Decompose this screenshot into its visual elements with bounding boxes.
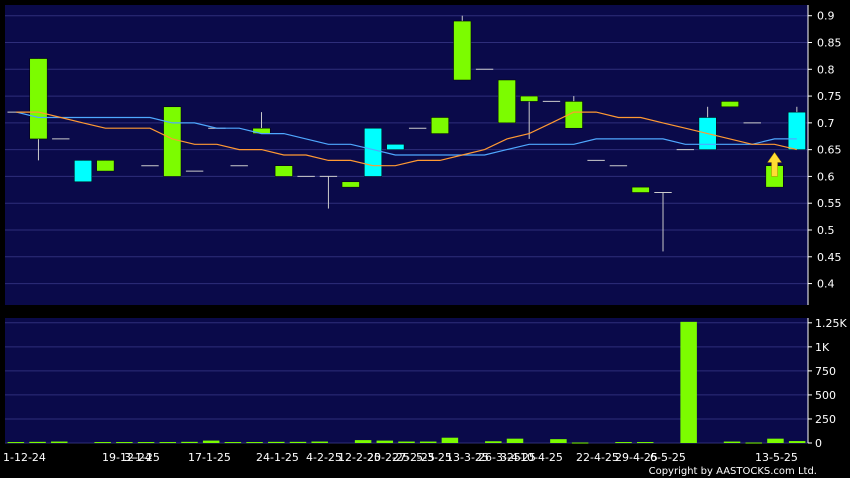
candle-body bbox=[520, 95, 539, 102]
date-x-axis: 1-12-24 19-12-243-1-25 17-1-25 24-1-25 4-2-2… bbox=[3, 451, 798, 464]
volume-bar bbox=[636, 442, 654, 444]
copyright-text: Copyright by AASTOCKS.com Ltd. bbox=[649, 466, 817, 477]
volume-bar bbox=[767, 438, 784, 443]
volume-tick-label: 1K bbox=[815, 341, 830, 354]
candle-body bbox=[274, 165, 293, 177]
candle-body bbox=[386, 144, 405, 150]
candle-body bbox=[497, 79, 516, 124]
price-tick-label: 0.8 bbox=[817, 63, 835, 76]
date-tick-label: 24-1-25 bbox=[256, 451, 299, 464]
volume-bar bbox=[116, 442, 133, 444]
volume-tick-label: 1.25K bbox=[815, 317, 847, 330]
candle-body bbox=[74, 160, 93, 183]
volume-bar bbox=[7, 442, 25, 444]
candle-body bbox=[29, 58, 48, 140]
candle-body bbox=[787, 111, 806, 150]
candle-body bbox=[364, 127, 382, 177]
volume-bar bbox=[289, 441, 307, 443]
price-tick-label: 0.85 bbox=[817, 37, 842, 50]
volume-bar bbox=[376, 440, 394, 443]
date-tick-label: 4-2-25 bbox=[306, 451, 342, 464]
volume-bar bbox=[788, 441, 806, 443]
candle-body bbox=[96, 160, 115, 172]
volume-bar bbox=[354, 440, 372, 443]
volume-bar bbox=[419, 441, 437, 443]
volume-bar bbox=[311, 441, 328, 443]
volume-bar bbox=[94, 442, 111, 444]
candle-body bbox=[163, 106, 182, 177]
volume-bar bbox=[181, 441, 198, 443]
date-tick-label: 22-4-25 bbox=[576, 451, 619, 464]
price-tick-label: 0.9 bbox=[817, 10, 835, 23]
volume-bar bbox=[159, 442, 177, 444]
volume-bar bbox=[680, 321, 697, 443]
price-tick-label: 0.4 bbox=[817, 278, 835, 291]
volume-bar bbox=[202, 440, 220, 443]
candle-body bbox=[252, 127, 271, 134]
candle-body bbox=[631, 186, 650, 193]
price-tick-label: 0.7 bbox=[817, 117, 835, 130]
volume-bar bbox=[615, 442, 632, 444]
volume-bar bbox=[571, 442, 589, 444]
volume-tick-label: 750 bbox=[815, 365, 836, 378]
volume-bar bbox=[268, 441, 285, 443]
date-tick-label: 6-5-25 bbox=[650, 451, 686, 464]
volume-bar bbox=[441, 437, 459, 443]
volume-tick-label: 0 bbox=[815, 437, 822, 450]
date-tick-label: 10-4-25 bbox=[520, 451, 563, 464]
volume-bar bbox=[506, 438, 524, 443]
candle-body bbox=[431, 117, 449, 134]
date-tick-label: 1-12-24 bbox=[3, 451, 46, 464]
candle-body bbox=[720, 101, 739, 108]
volume-bar bbox=[137, 442, 155, 444]
price-tick-label: 0.75 bbox=[817, 90, 842, 103]
candle-body bbox=[453, 20, 472, 81]
volume-bar bbox=[51, 441, 68, 443]
volume-bar bbox=[29, 441, 46, 443]
price-tick-label: 0.45 bbox=[817, 251, 842, 264]
candle-body bbox=[341, 181, 360, 188]
price-tick-label: 0.65 bbox=[817, 144, 842, 157]
stock-chart: 0.4 0.45 0.5 0.55 0.6 0.65 0.7 0.75 0.8 0.85 0.9 0… bbox=[0, 0, 850, 478]
volume-bar bbox=[745, 442, 762, 444]
volume-tick-label: 500 bbox=[815, 389, 836, 402]
date-tick-label: 13-5-25 bbox=[755, 451, 798, 464]
volume-tick-label: 250 bbox=[815, 413, 836, 426]
volume-bar bbox=[485, 441, 502, 443]
volume-bar bbox=[398, 441, 415, 443]
price-tick-label: 0.5 bbox=[817, 224, 835, 237]
volume-bar bbox=[723, 441, 741, 443]
date-tick-label: 3-1-25 bbox=[124, 451, 160, 464]
volume-bar bbox=[550, 439, 567, 443]
price-tick-label: 0.6 bbox=[817, 170, 835, 183]
volume-bar bbox=[246, 442, 263, 444]
date-tick-label: 17-1-25 bbox=[188, 451, 231, 464]
volume-bar bbox=[224, 442, 242, 444]
price-tick-label: 0.55 bbox=[817, 197, 842, 210]
